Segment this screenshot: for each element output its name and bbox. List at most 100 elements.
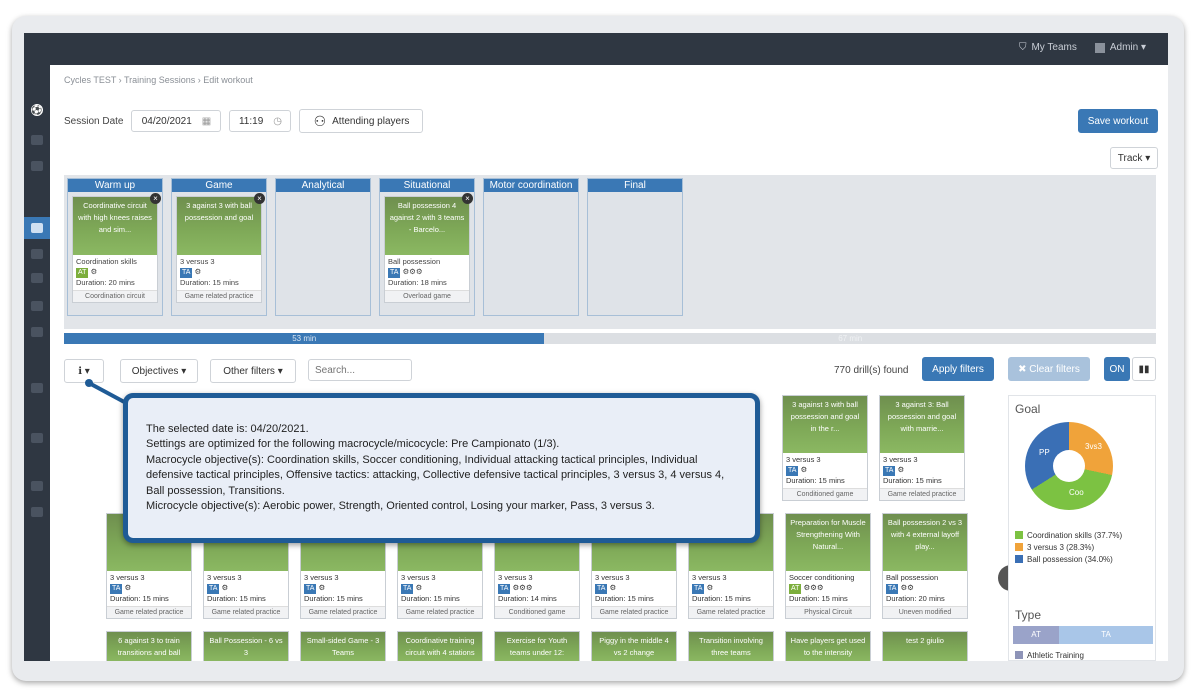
legend-swatch [1015, 651, 1023, 659]
session-date-input[interactable]: 04/20/2021 ▦ [131, 110, 222, 132]
drill-type: Overload game [385, 290, 469, 302]
drill-card[interactable]: Have players get used to the intensity [785, 631, 871, 661]
drill-title: Have players get used to the intensity [790, 636, 866, 657]
admin-menu[interactable]: Admin ▾ [1094, 42, 1146, 53]
session-time-input[interactable]: 11:19 ◷ [229, 110, 292, 132]
app-screen: ⛉ My Teams Admin ▾ ⚽ Cycles TEST › Traini… [24, 33, 1168, 661]
on-toggle[interactable]: ON [1104, 357, 1130, 381]
drill-card[interactable]: 3 against 3 with ball possession and goa… [782, 395, 868, 501]
drill-objective: Ball possession [388, 257, 441, 266]
column-situational[interactable]: Situational Ball possession 4 against 2 … [379, 178, 475, 316]
drill-card[interactable]: Ball Possession - 6 vs 3 [203, 631, 289, 661]
drill-title: Coordinative circuit with high knees rai… [78, 201, 152, 234]
gear-icon: ⚙ [318, 583, 326, 592]
attending-players-button[interactable]: ⚇ Attending players [299, 109, 424, 133]
session-board: Warm up Coordinative circuit with high k… [64, 175, 1156, 329]
column-header: Final [588, 179, 682, 192]
drill-title: 3 against 3 with ball possession and goa… [790, 400, 860, 433]
gear-icon: ⚙ [800, 465, 808, 474]
drill-tag: TA [304, 584, 317, 594]
drill-tag: AT [789, 584, 802, 594]
apply-filters-button[interactable]: Apply filters [922, 357, 994, 381]
drill-duration: Duration: 15 mins [786, 476, 845, 485]
donut-slice-label: Coo [1069, 488, 1084, 497]
drill-title: Ball possession 4 against 2 with 3 teams… [389, 201, 465, 234]
objectives-dropdown[interactable]: Objectives ▾ [120, 359, 198, 383]
drill-type: Game related practice [204, 606, 288, 618]
track-dropdown[interactable]: Track ▾ [1110, 147, 1158, 169]
my-teams-link[interactable]: ⛉ My Teams [1019, 42, 1077, 53]
save-workout-button[interactable]: Save workout [1078, 109, 1158, 133]
drill-card[interactable]: Small-sided Game - 3 Teams [300, 631, 386, 661]
time-value: 11:19 [238, 115, 264, 127]
drill-card[interactable]: test 2 giulio [882, 631, 968, 661]
drill-card[interactable]: Exercise for Youth teams under 12: [494, 631, 580, 661]
drill-card[interactable]: Coordinative circuit with high knees rai… [72, 193, 161, 303]
ball-icon[interactable] [31, 327, 43, 337]
gear-icon: ⚙⚙⚙ [512, 583, 533, 592]
drill-card[interactable]: 3 against 3 with ball possession and goa… [176, 193, 265, 303]
chart-toggle[interactable]: ▮▮ [1132, 357, 1156, 381]
drill-card[interactable]: 6 against 3 to train transitions and bal… [106, 631, 192, 661]
document-icon[interactable] [31, 481, 43, 491]
settings-icon[interactable] [31, 383, 43, 393]
avatar [1094, 42, 1105, 53]
drill-duration: Duration: 18 mins [388, 278, 447, 287]
calendar-icon: ▦ [201, 115, 212, 127]
shield-icon: ⛉ [1018, 42, 1027, 53]
info-dropdown[interactable]: ℹ ▾ [64, 359, 104, 383]
column-header: Motor coordination [484, 179, 578, 192]
drill-type: Game related practice [592, 606, 676, 618]
tooltip-date: The selected date is: 04/20/2021. [146, 423, 309, 435]
drill-tag: TA [498, 584, 511, 594]
drill-title: Small-sided Game - 3 Teams [306, 636, 380, 657]
trophy-icon[interactable] [31, 249, 43, 259]
timer-icon[interactable] [31, 273, 43, 283]
drill-title: 3 against 3 with ball possession and goa… [184, 201, 254, 222]
column-final[interactable]: Final [587, 178, 683, 316]
sidebar: ⚽ [24, 65, 50, 661]
close-icon[interactable]: × [254, 193, 265, 204]
bell-icon[interactable] [31, 507, 43, 517]
bar-chart-icon: ▮▮ [1138, 363, 1150, 375]
chart-icon[interactable] [31, 135, 43, 145]
players-icon: ⚇ [313, 112, 327, 129]
other-filters-dropdown[interactable]: Other filters ▾ [210, 359, 296, 383]
drill-card[interactable]: Preparation for Muscle Strengthening Wit… [785, 513, 871, 619]
drill-duration: Duration: 15 mins [180, 278, 239, 287]
gear-icon: ⚙ [221, 583, 229, 592]
column-analytical[interactable]: Analytical [275, 178, 371, 316]
donut-slice-label: PP [1039, 448, 1050, 457]
drill-tag: TA [401, 584, 414, 594]
drill-card[interactable]: Ball possession 4 against 2 with 3 teams… [384, 193, 473, 303]
legend-label: Ball possession (34.0%) [1027, 555, 1113, 564]
column-warm-up[interactable]: Warm up Coordinative circuit with high k… [67, 178, 163, 316]
column-header: Warm up [68, 179, 162, 192]
drill-card[interactable]: Ball possession 2 vs 3 with 4 external l… [882, 513, 968, 619]
drill-duration: Duration: 15 mins [304, 594, 363, 603]
donut-hole [1053, 450, 1085, 482]
gear-icon: ⚙ [124, 583, 132, 592]
close-icon[interactable]: × [150, 193, 161, 204]
search-input[interactable] [308, 359, 412, 381]
drill-title: Ball Possession - 6 vs 3 [209, 636, 283, 657]
clear-filters-button[interactable]: ✖ Clear filters [1008, 357, 1090, 381]
filter-row: ℹ ▾ Objectives ▾ Other filters ▾ 770 dri… [64, 357, 1156, 383]
drill-duration: Duration: 15 mins [595, 594, 654, 603]
drill-duration: Duration: 15 mins [789, 594, 848, 603]
drill-card[interactable]: 3 against 3: Ball possession and goal wi… [879, 395, 965, 501]
people-icon[interactable] [31, 433, 43, 443]
goal-title: Goal [1015, 402, 1041, 416]
drill-card[interactable]: Transition involving three teams [688, 631, 774, 661]
column-motor-coordination[interactable]: Motor coordination [483, 178, 579, 316]
close-icon[interactable]: × [462, 193, 473, 204]
drill-tag: TA [692, 584, 705, 594]
drill-card[interactable]: Coordinative training circuit with 4 sta… [397, 631, 483, 661]
gear-icon: ⚙ [609, 583, 617, 592]
team-icon[interactable] [31, 161, 43, 171]
drill-card[interactable]: Piggy in the middle 4 vs 2 change [591, 631, 677, 661]
drill-duration: Duration: 15 mins [692, 594, 751, 603]
drill-type: Physical Circuit [786, 606, 870, 618]
column-game[interactable]: Game 3 against 3 with ball possession an… [171, 178, 267, 316]
medical-icon[interactable] [31, 301, 43, 311]
